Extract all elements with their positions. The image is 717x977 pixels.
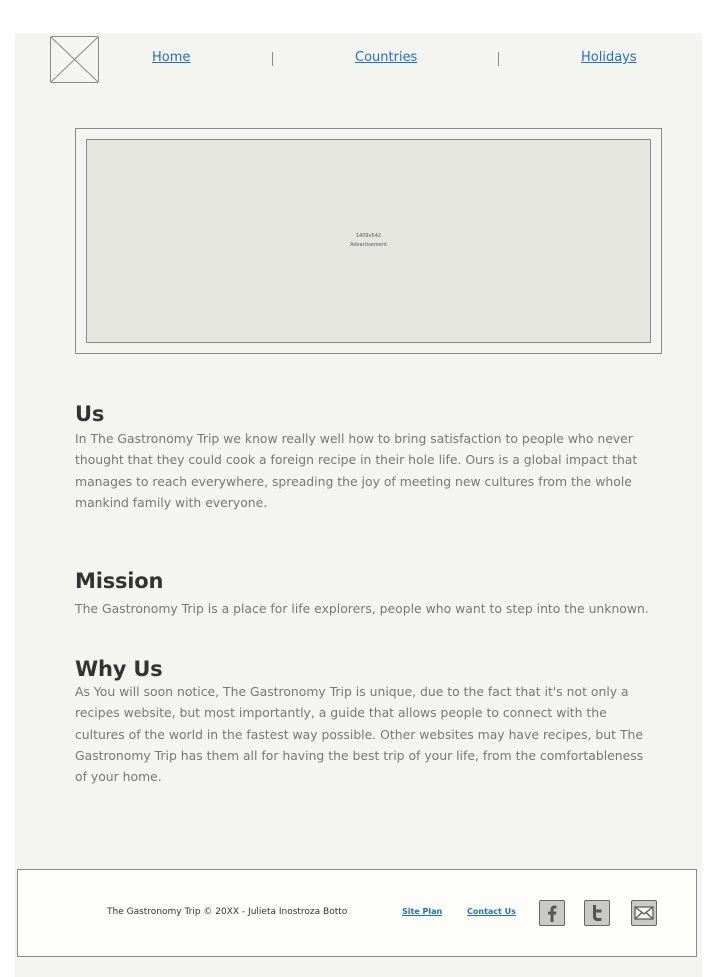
twitter-icon [593,905,602,921]
section-text-us: In The Gastronomy Trip we know really we… [75,431,638,510]
nav-separator [272,52,273,66]
facebook-icon [548,905,557,922]
section-title-mission: Mission [75,569,164,593]
email-button[interactable] [631,900,657,926]
footer-site-plan-link[interactable]: Site Plan [402,907,442,916]
advertisement-frame: 1409x542 Advertisement [75,128,662,354]
advertisement-banner[interactable]: 1409x542 Advertisement [86,139,651,343]
nav-holidays-link[interactable]: Holidays [581,50,637,65]
nav-separator [498,52,499,66]
footer-contact-us-link[interactable]: Contact Us [467,907,516,916]
advertisement-size: 1409x542 [355,233,382,239]
section-title-why-us: Why Us [75,657,163,681]
section-text-mission: The Gastronomy Trip is a place for life … [75,601,649,616]
email-icon [634,906,654,920]
nav-home-link[interactable]: Home [152,50,190,65]
footer: The Gastronomy Trip © 20XX - Julieta Ino… [17,869,697,957]
section-text-why-us: As You will soon notice, The Gastronomy … [75,684,644,785]
logo-placeholder[interactable] [50,36,99,83]
nav-countries-link[interactable]: Countries [355,50,417,65]
footer-copyright: The Gastronomy Trip © 20XX - Julieta Ino… [107,907,348,917]
page-container: Home Countries Holidays 1409x542 Adverti… [15,33,702,977]
section-title-us: Us [75,402,105,426]
facebook-button[interactable] [539,900,565,926]
advertisement-label: Advertisement [350,242,387,248]
image-placeholder-icon [51,37,98,82]
twitter-button[interactable] [584,900,610,926]
